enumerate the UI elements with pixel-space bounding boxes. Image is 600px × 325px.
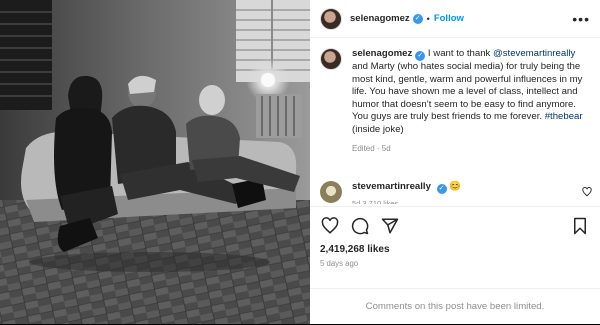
comment-icon[interactable] xyxy=(350,216,370,236)
comment-meta: 5d 3,710 likes xyxy=(352,199,399,204)
caption: selenagomez ✓ I want to thank @stevemarti… xyxy=(310,38,600,155)
more-options-icon[interactable]: ••• xyxy=(572,11,590,27)
caption-body: selenagomez ✓ I want to thank @stevemarti… xyxy=(352,48,587,155)
photo-image xyxy=(0,0,310,324)
caption-text: (inside joke) xyxy=(352,123,404,135)
likes-count[interactable]: 2,419,268 likes xyxy=(320,244,590,255)
instagram-post: selenagomez ✓ • Follow ••• selenagomez ✓ … xyxy=(0,0,600,324)
comment-like-icon[interactable] xyxy=(582,187,592,200)
comments-limited-notice: Comments on this post have been limited. xyxy=(310,288,600,324)
author-username[interactable]: selenagomez xyxy=(350,13,410,24)
post-age[interactable]: 5 days ago xyxy=(320,259,590,268)
hashtag-link[interactable]: #thebear xyxy=(545,111,583,122)
bookmark-icon[interactable] xyxy=(570,216,590,236)
caption-meta: Edited · 5d xyxy=(352,143,391,153)
follow-button[interactable]: Follow xyxy=(434,13,464,24)
post-photo[interactable] xyxy=(0,0,310,324)
commenter-avatar[interactable] xyxy=(320,181,342,203)
author-avatar[interactable] xyxy=(320,7,342,30)
caption-avatar[interactable] xyxy=(320,48,342,70)
caption-text: I want to thank xyxy=(425,48,493,59)
caption-username[interactable]: selenagomez xyxy=(352,48,412,59)
mention-link[interactable]: @stevemartinreally xyxy=(493,48,575,59)
action-icons xyxy=(320,216,590,236)
verified-icon: ✓ xyxy=(436,184,447,194)
heart-icon[interactable] xyxy=(320,216,340,236)
action-bar: 2,419,268 likes 5 days ago xyxy=(310,206,600,268)
comment-emoji: 😊 xyxy=(449,181,462,192)
separator-dot: • xyxy=(426,13,430,24)
verified-icon: ✓ xyxy=(415,51,426,61)
comment-body: stevemartinreally ✓ 😊 5d 3,710 likes xyxy=(352,181,461,204)
commenter-username[interactable]: stevemartinreally xyxy=(352,181,431,192)
comment-item: stevemartinreally ✓ 😊 5d 3,710 likes xyxy=(320,181,592,204)
share-icon[interactable] xyxy=(380,216,400,236)
verified-icon: ✓ xyxy=(412,13,423,24)
post-sidebar: selenagomez ✓ • Follow ••• selenagomez ✓ … xyxy=(310,0,600,324)
post-header: selenagomez ✓ • Follow ••• xyxy=(310,0,600,38)
